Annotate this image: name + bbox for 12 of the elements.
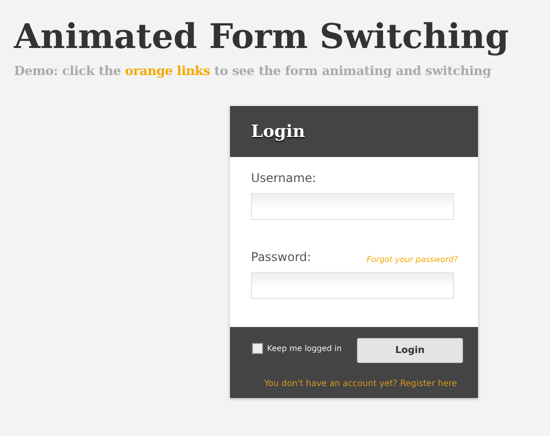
demo-description: Demo: click the orange links to see the form animating and switching [14,63,492,79]
input-field[interactable] [251,193,454,220]
remember-checkbox[interactable] [252,343,263,354]
register-link[interactable]: You don't have an account yet? Register here [264,379,457,389]
form-title: Login [251,122,305,142]
remember-label: Keep me logged in [267,344,342,353]
input-field[interactable] [251,272,454,299]
page-title: Animated Form Switching [14,16,509,59]
field-label: Password: [251,250,312,264]
forgot-password-link[interactable]: Forgot your password? [366,255,458,264]
field-label: Username: [251,171,316,185]
login-button[interactable]: Login [357,338,463,363]
